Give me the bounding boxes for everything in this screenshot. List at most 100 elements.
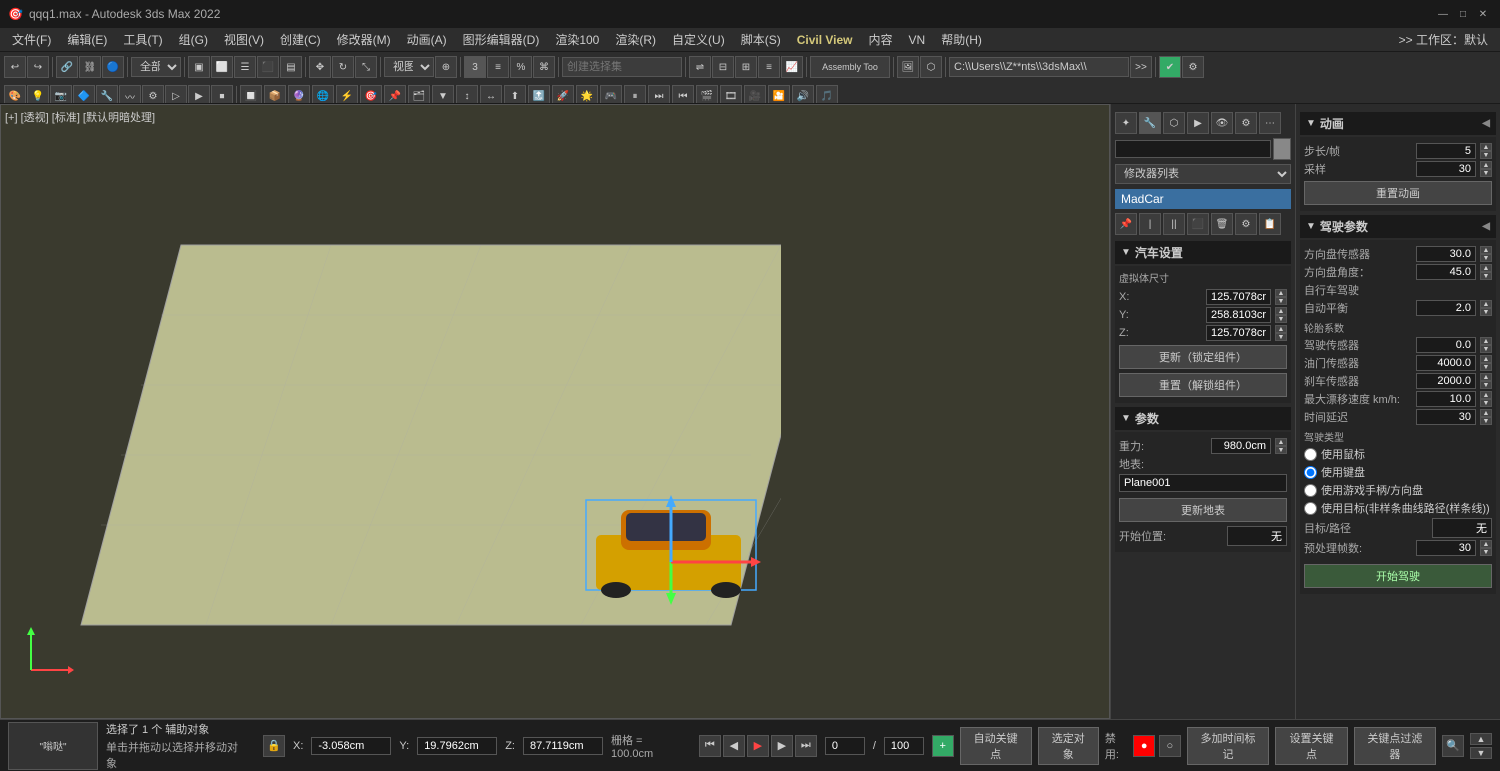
ab-spinner[interactable]: ▲ ▼	[1480, 300, 1492, 316]
radio-keyboard[interactable]	[1304, 466, 1317, 479]
render-frame-button[interactable]: 🖼	[897, 56, 919, 78]
redo-button[interactable]: ↪	[27, 56, 49, 78]
pivot-button[interactable]: ⊕	[435, 56, 457, 78]
extra-tool-7[interactable]: 📌	[384, 85, 406, 104]
extra-tool-10[interactable]: ↕	[456, 85, 478, 104]
play-anim-btn[interactable]: ▶	[188, 85, 210, 104]
set-key-button[interactable]: 设置关键点	[1275, 727, 1347, 765]
modify-tab-btn[interactable]: 🔧	[1139, 112, 1161, 134]
extra-tool-23[interactable]: 🎦	[768, 85, 790, 104]
motion-tab-btn[interactable]: ▶	[1187, 112, 1209, 134]
light-btn[interactable]: 💡	[27, 85, 49, 104]
brake-up[interactable]: ▲	[1480, 373, 1492, 381]
extra-tool-22[interactable]: 🎥	[744, 85, 766, 104]
extra-tool-1[interactable]: 🔲	[240, 85, 262, 104]
curve-editor-button[interactable]: 📈	[781, 56, 803, 78]
grav-down[interactable]: ▼	[1275, 446, 1287, 454]
undo-button[interactable]: ↩	[4, 56, 26, 78]
pp-up[interactable]: ▲	[1480, 540, 1492, 548]
menu-edit[interactable]: 编辑(E)	[59, 29, 115, 50]
select-obj-button[interactable]: 选定对象	[1038, 727, 1099, 765]
object-name-input[interactable]: MadCar_001	[1115, 140, 1271, 158]
remove-mod-icon[interactable]: 🗑	[1211, 213, 1233, 235]
step-down[interactable]: ▼	[1480, 151, 1492, 159]
go-start-button[interactable]: ⏮	[699, 735, 721, 757]
extra-tool-17[interactable]: ⏸	[624, 85, 646, 104]
radio-mouse[interactable]	[1304, 448, 1317, 461]
sa-up[interactable]: ▲	[1480, 264, 1492, 272]
ss-spinner[interactable]: ▲ ▼	[1480, 246, 1492, 262]
ts-up[interactable]: ▲	[1480, 337, 1492, 345]
color-swatch[interactable]	[1273, 138, 1291, 160]
next-frame-button[interactable]: ▶	[771, 735, 793, 757]
radio-target[interactable]	[1304, 502, 1317, 515]
menu-create[interactable]: 创建(C)	[272, 29, 329, 50]
extra-tool-3[interactable]: 🔮	[288, 85, 310, 104]
snap-button[interactable]: 3	[464, 56, 486, 78]
right-down-btn[interactable]: ▼	[1470, 747, 1492, 759]
oil-spinner[interactable]: ▲ ▼	[1480, 355, 1492, 371]
reset-anim-button[interactable]: 重置动画	[1304, 181, 1492, 205]
snap-angle-button[interactable]: ≡	[487, 56, 509, 78]
menu-render[interactable]: 渲染(R)	[607, 29, 664, 50]
grav-up[interactable]: ▲	[1275, 438, 1287, 446]
extra-tool-20[interactable]: 🎬	[696, 85, 718, 104]
oil-up[interactable]: ▲	[1480, 355, 1492, 363]
disable-dot-btn[interactable]: ○	[1159, 735, 1181, 757]
step-spinner[interactable]: ▲ ▼	[1480, 143, 1492, 159]
ms-down[interactable]: ▼	[1480, 399, 1492, 407]
extra-tool-4[interactable]: 🌐	[312, 85, 334, 104]
space-warp-btn[interactable]: 〰	[119, 85, 141, 104]
end-frame-input[interactable]	[884, 737, 924, 755]
extra-tool-5[interactable]: ⚡	[336, 85, 358, 104]
menu-workspace[interactable]: >> 工作区：默认	[1391, 29, 1496, 50]
ab-down[interactable]: ▼	[1480, 308, 1492, 316]
menu-custom[interactable]: 自定义(U)	[664, 29, 733, 50]
menu-tools[interactable]: 工具(T)	[115, 29, 170, 50]
sample-up[interactable]: ▲	[1480, 161, 1492, 169]
open-mod-icon[interactable]: 📋	[1259, 213, 1281, 235]
update-button[interactable]: 更新（锁定组件）	[1119, 345, 1287, 369]
td-up[interactable]: ▲	[1480, 409, 1492, 417]
z-down[interactable]: ▼	[1275, 333, 1287, 341]
path-input[interactable]	[949, 57, 1129, 77]
modifier-list-dropdown[interactable]: 修改器列表	[1115, 164, 1291, 184]
z-spinner[interactable]: ▲ ▼	[1275, 325, 1287, 341]
extra-tool-14[interactable]: 🚀	[552, 85, 574, 104]
params-header[interactable]: ▼ 参数	[1115, 407, 1291, 430]
extra-tool-6[interactable]: 🎯	[360, 85, 382, 104]
ss-up[interactable]: ▲	[1480, 246, 1492, 254]
misc-btn[interactable]: ▷	[165, 85, 187, 104]
add-keyframe-icon[interactable]: +	[932, 735, 954, 757]
brake-down[interactable]: ▼	[1480, 381, 1492, 389]
extra-tool-25[interactable]: 🎵	[816, 85, 838, 104]
ab-up[interactable]: ▲	[1480, 300, 1492, 308]
unlink-button[interactable]: ⛓	[79, 56, 101, 78]
extra-tool-8[interactable]: 🗂	[408, 85, 430, 104]
ground-field[interactable]	[1119, 474, 1287, 492]
viewport[interactable]: [+] [透视] [标准] [默认明暗处理]	[0, 104, 1110, 719]
menu-animation[interactable]: 动画(A)	[399, 29, 455, 50]
prev-frame-button[interactable]: ◀	[723, 735, 745, 757]
select-name-button[interactable]: ☰	[234, 56, 256, 78]
align-button[interactable]: ⊟	[712, 56, 734, 78]
array-button[interactable]: ⊞	[735, 56, 757, 78]
maximize-button[interactable]: □	[1454, 5, 1472, 23]
select-link-button[interactable]: 🔗	[56, 56, 78, 78]
menu-file[interactable]: 文件(F)	[4, 29, 59, 50]
ss-down[interactable]: ▼	[1480, 254, 1492, 262]
menu-script[interactable]: 脚本(S)	[733, 29, 789, 50]
minimize-button[interactable]: —	[1434, 5, 1452, 23]
select-region-button[interactable]: ⬜	[211, 56, 233, 78]
car-setup-header[interactable]: ▼ 汽车设置	[1115, 241, 1291, 264]
sa-down[interactable]: ▼	[1480, 272, 1492, 280]
menu-help[interactable]: 帮助(H)	[933, 29, 990, 50]
extra-btn-2[interactable]: ⚙	[1182, 56, 1204, 78]
brake-spinner[interactable]: ▲ ▼	[1480, 373, 1492, 389]
frame-input[interactable]	[825, 737, 865, 755]
ts-spinner[interactable]: ▲ ▼	[1480, 337, 1492, 353]
mirror-button[interactable]: ⇌	[689, 56, 711, 78]
x-spinner[interactable]: ▲ ▼	[1275, 289, 1287, 305]
path-browse-button[interactable]: >>	[1130, 56, 1152, 78]
camera-btn[interactable]: 📷	[50, 85, 72, 104]
